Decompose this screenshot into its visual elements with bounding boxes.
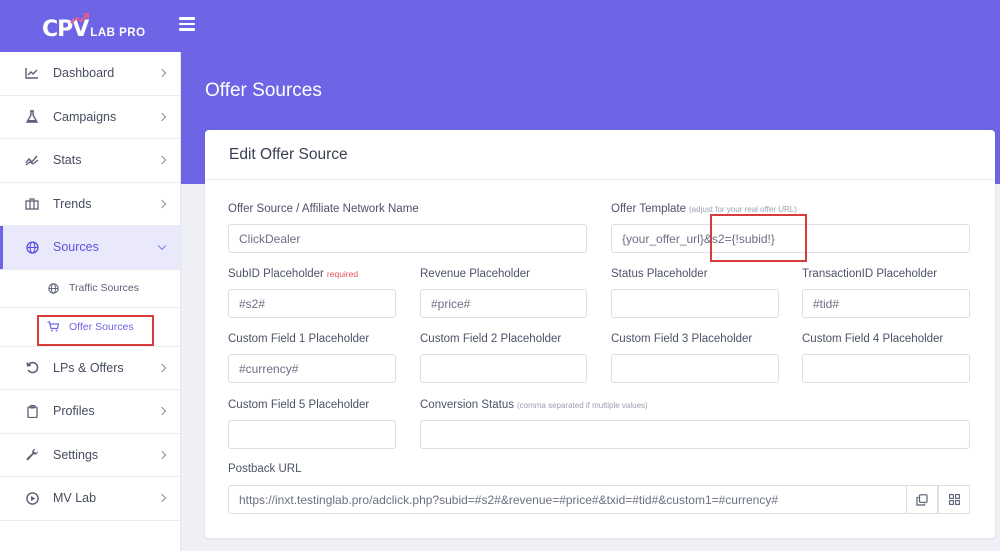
transactionid-placeholder-label: TransactionID Placeholder — [802, 268, 938, 280]
sidebar-item-sources[interactable]: Sources — [0, 226, 180, 270]
chevron-right-icon — [157, 494, 167, 503]
qr-code-button[interactable] — [938, 485, 970, 514]
chevron-right-icon — [157, 112, 167, 121]
sidebar-item-label: Campaigns — [53, 109, 117, 124]
status-placeholder-input[interactable] — [611, 289, 779, 318]
offer-source-name-label: Offer Source / Affiliate Network Name — [228, 203, 419, 215]
copy-button[interactable] — [906, 485, 938, 514]
wrench-icon — [25, 448, 39, 462]
custom-field-3-label: Custom Field 3 Placeholder — [611, 333, 753, 345]
sidebar-item-dashboard[interactable]: Dashboard — [0, 52, 180, 96]
sidebar-item-label: Settings — [53, 447, 99, 462]
sidebar-item-label: Trends — [53, 196, 92, 211]
qr-code-icon — [948, 494, 960, 505]
clipboard-icon — [25, 404, 39, 418]
conversion-status-input[interactable] — [420, 420, 970, 449]
sidebar-item-campaigns[interactable]: Campaigns — [0, 96, 180, 139]
brand-name: LAB PRO — [90, 27, 146, 39]
custom-field-5-label: Custom Field 5 Placeholder — [228, 399, 370, 411]
sidebar-item-label: Profiles — [53, 404, 95, 419]
chevron-right-icon — [157, 156, 167, 165]
sidebar-item-label: Sources — [53, 240, 99, 255]
conversion-status-label: Conversion Status (comma separated if mul… — [420, 399, 648, 411]
globe-icon — [25, 240, 39, 254]
page-title: Offer Sources — [205, 80, 322, 101]
custom-field-2-label: Custom Field 2 Placeholder — [420, 333, 562, 345]
highlight-box — [710, 214, 807, 262]
postback-url-input[interactable]: https://inxt.testinglab.pro/adclick.php?… — [228, 485, 907, 514]
sidebar-item-label: Stats — [53, 153, 82, 168]
sidebar-subitem-label: Traffic Sources — [69, 282, 140, 295]
postback-url-label: Postback URL — [228, 463, 302, 475]
sidebar: Dashboard Campaigns Stats Trends Sources — [0, 52, 181, 551]
chart-line-icon — [25, 66, 39, 80]
sidebar-item-label: Dashboard — [53, 66, 115, 81]
sidebar-item-lps-offers[interactable]: LPs & Offers — [0, 347, 180, 390]
chevron-right-icon — [157, 199, 167, 208]
stats-icon — [25, 153, 39, 167]
brand-logo[interactable]: CPV LAB PRO — [42, 12, 152, 42]
logo-arrow-icon — [70, 13, 89, 24]
sidebar-item-settings[interactable]: Settings — [0, 434, 180, 477]
menu-toggle-icon[interactable] — [179, 17, 195, 31]
sidebar-item-mv-lab[interactable]: MV Lab — [0, 477, 180, 521]
custom-field-3-input[interactable] — [611, 354, 779, 383]
highlight-box — [37, 315, 154, 346]
offer-template-hint: (adjust for your real offer URL) — [689, 205, 797, 214]
card-header: Edit Offer Source — [205, 130, 995, 180]
custom-field-1-input[interactable]: #currency# — [228, 354, 396, 383]
sidebar-item-label: LPs & Offers — [53, 360, 124, 375]
chevron-right-icon — [157, 69, 167, 78]
sidebar-subitem-traffic-sources[interactable]: Traffic Sources — [0, 270, 180, 308]
conversion-status-hint: (comma separated if multiple values) — [516, 401, 648, 410]
chevron-right-icon — [157, 450, 167, 459]
status-placeholder-label: Status Placeholder — [611, 268, 708, 280]
sidebar-item-stats[interactable]: Stats — [0, 139, 180, 183]
subid-placeholder-input[interactable]: #s2# — [228, 289, 396, 318]
sidebar-item-trends[interactable]: Trends — [0, 183, 180, 226]
custom-field-5-input[interactable] — [228, 420, 396, 449]
briefcase-icon — [25, 197, 39, 211]
offer-source-name-input[interactable]: ClickDealer — [228, 224, 587, 253]
play-circle-icon — [25, 491, 39, 505]
refresh-icon — [25, 361, 39, 375]
transactionid-placeholder-input[interactable]: #tid# — [802, 289, 970, 318]
sidebar-item-profiles[interactable]: Profiles — [0, 390, 180, 434]
top-bar: CPV LAB PRO — [0, 0, 1000, 52]
sidebar-subitem-offer-sources[interactable]: Offer Sources — [0, 308, 180, 347]
custom-field-2-input[interactable] — [420, 354, 587, 383]
chevron-right-icon — [157, 407, 167, 416]
custom-field-4-input[interactable] — [802, 354, 970, 383]
custom-field-1-label: Custom Field 1 Placeholder — [228, 333, 370, 345]
sidebar-item-label: MV Lab — [53, 491, 97, 506]
custom-field-4-label: Custom Field 4 Placeholder — [802, 333, 944, 345]
required-badge: required — [326, 269, 359, 279]
subid-placeholder-label: SubID Placeholder required — [228, 268, 359, 280]
card-title: Edit Offer Source — [229, 145, 348, 163]
chevron-down-icon — [157, 241, 167, 251]
globe-icon — [47, 282, 59, 294]
revenue-placeholder-label: Revenue Placeholder — [420, 268, 530, 280]
flask-icon — [25, 110, 39, 124]
copy-icon — [916, 493, 928, 506]
chevron-right-icon — [157, 363, 167, 372]
revenue-placeholder-input[interactable]: #price# — [420, 289, 587, 318]
